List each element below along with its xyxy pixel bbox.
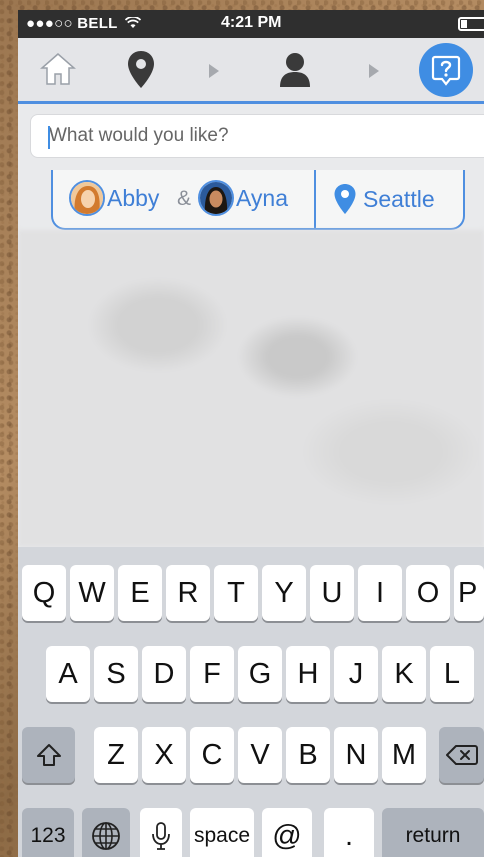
key-i[interactable]: I (358, 565, 402, 621)
location-pin-icon[interactable] (126, 50, 156, 90)
battery-icon (458, 17, 484, 31)
location-pin-icon (334, 184, 356, 214)
chevron-right-icon (369, 64, 379, 78)
key-y[interactable]: Y (262, 565, 306, 621)
person-name: Abby (107, 184, 160, 211)
key-p[interactable]: P (454, 565, 484, 621)
avatar (198, 180, 234, 216)
phone-screen: ●●●○○ BELL 4:21 PM What would you like? … (18, 10, 484, 857)
shift-icon (36, 744, 61, 766)
key-v[interactable]: V (238, 727, 282, 783)
key-h[interactable]: H (286, 646, 330, 702)
key-a[interactable]: A (46, 646, 90, 702)
key-d[interactable]: D (142, 646, 186, 702)
key-g[interactable]: G (238, 646, 282, 702)
nav-bar (18, 38, 484, 104)
map-background (18, 230, 484, 547)
key-b[interactable]: B (286, 727, 330, 783)
shift-key[interactable] (22, 727, 75, 783)
help-button[interactable] (419, 43, 473, 97)
carrier-text: ●●●○○ BELL (26, 15, 118, 32)
context-selector[interactable]: Abby & Ayna Seattle (51, 170, 465, 230)
globe-key[interactable] (82, 808, 130, 857)
search-input[interactable] (31, 115, 484, 157)
help-icon (431, 55, 461, 86)
key-s[interactable]: S (94, 646, 138, 702)
chevron-right-icon (209, 64, 219, 78)
key-u[interactable]: U (310, 565, 354, 621)
key-x[interactable]: X (142, 727, 186, 783)
key-t[interactable]: T (214, 565, 258, 621)
avatar (69, 180, 105, 216)
key-z[interactable]: Z (94, 727, 138, 783)
key-w[interactable]: W (70, 565, 114, 621)
city-name: Seattle (363, 185, 435, 212)
key-e[interactable]: E (118, 565, 162, 621)
carrier-label: ●●●○○ BELL (26, 15, 141, 32)
home-icon[interactable] (40, 52, 76, 86)
backspace-key[interactable] (439, 727, 484, 783)
key-o[interactable]: O (406, 565, 450, 621)
key-r[interactable]: R (166, 565, 210, 621)
person-chip-ayna[interactable]: Ayna (198, 180, 288, 216)
key-l[interactable]: L (430, 646, 474, 702)
space-key[interactable]: space (190, 808, 254, 857)
person-chip-abby[interactable]: Abby (69, 180, 159, 216)
key-m[interactable]: M (382, 727, 426, 783)
key-k[interactable]: K (382, 646, 426, 702)
divider (314, 170, 316, 228)
key-c[interactable]: C (190, 727, 234, 783)
wifi-icon (124, 16, 141, 28)
status-bar: ●●●○○ BELL 4:21 PM (18, 10, 484, 38)
text-cursor (48, 126, 50, 149)
keyboard: Q W E R T Y U I O P A S D F G H J K L Z … (18, 547, 484, 857)
numbers-key[interactable]: 123 (22, 808, 74, 857)
person-name: Ayna (236, 184, 289, 211)
key-n[interactable]: N (334, 727, 378, 783)
ampersand: & (177, 187, 192, 210)
period-key[interactable]: . (324, 808, 374, 857)
clock: 4:21 PM (221, 14, 282, 31)
microphone-icon (152, 822, 170, 850)
key-f[interactable]: F (190, 646, 234, 702)
key-j[interactable]: J (334, 646, 378, 702)
location-chip[interactable]: Seattle (333, 183, 435, 215)
backspace-icon (445, 745, 478, 765)
search-bar[interactable] (30, 114, 484, 158)
at-key[interactable]: @ (262, 808, 312, 857)
key-q[interactable]: Q (22, 565, 66, 621)
globe-icon (92, 822, 120, 850)
return-key[interactable]: return (382, 808, 484, 857)
microphone-key[interactable] (140, 808, 182, 857)
person-icon[interactable] (278, 52, 312, 88)
